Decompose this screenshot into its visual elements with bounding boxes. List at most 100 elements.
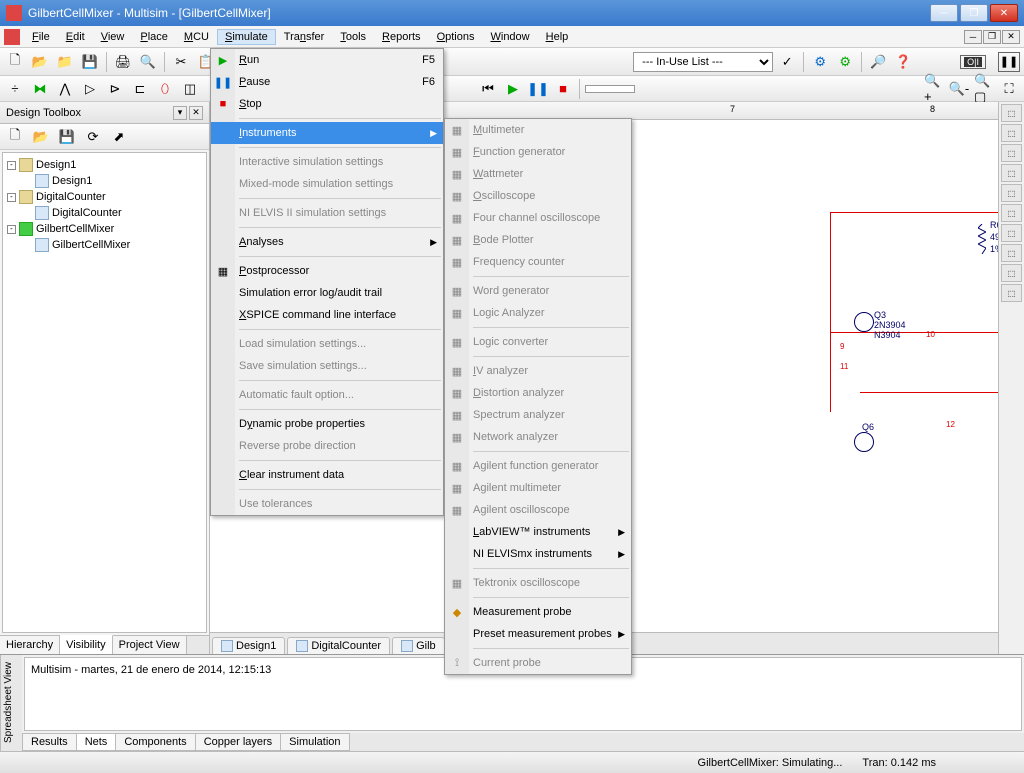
toolbox-open[interactable]: 📂 [30,126,52,148]
sim-pause[interactable]: ❚❚ [527,78,549,100]
inst-oscilloscope[interactable]: ▦Oscilloscope [445,185,631,207]
tree-label[interactable]: DigitalCounter [36,191,106,203]
toolbox-save[interactable]: 💾 [56,126,78,148]
menu-revprobe[interactable]: Reverse probe direction [211,435,443,457]
inst-icon[interactable]: ⬚ [1001,284,1022,302]
menu-loadsettings[interactable]: Load simulation settings... [211,333,443,355]
menu-edit[interactable]: Edit [58,29,93,45]
comp-5[interactable]: ⊳ [104,78,126,100]
toolbox-close[interactable]: ✕ [189,106,203,120]
inuse-list-select[interactable]: --- In-Use List --- [633,52,773,72]
bptab-nets[interactable]: Nets [76,733,117,751]
inst-icon[interactable]: ⬚ [1001,184,1022,202]
zoom-in[interactable]: 🔍+ [923,78,945,100]
sim-run[interactable]: ▶ [502,78,524,100]
mdi-close[interactable]: ✕ [1002,30,1020,44]
ctab-digitalcounter[interactable]: DigitalCounter [287,637,390,654]
menu-help[interactable]: Help [538,29,577,45]
zoom-fit[interactable]: 🔍▢ [973,78,995,100]
comp-4[interactable]: ▷ [79,78,101,100]
open2-button[interactable]: 📁 [54,51,76,73]
menu-autofault[interactable]: Automatic fault option... [211,384,443,406]
inst-logicconv[interactable]: ▦Logic converter [445,331,631,353]
inst-spectrum[interactable]: ▦Spectrum analyzer [445,404,631,426]
menu-savesettings[interactable]: Save simulation settings... [211,355,443,377]
save-button[interactable]: 💾 [79,51,101,73]
inst-wattmeter[interactable]: ▦Wattmeter [445,163,631,185]
inst-logican[interactable]: ▦Logic Analyzer [445,302,631,324]
inst-agosc[interactable]: ▦Agilent oscilloscope [445,499,631,521]
inst-icon[interactable]: ⬚ [1001,264,1022,282]
zoom-full[interactable]: ⛶ [998,78,1020,100]
toolbox-b[interactable]: ⬈ [108,126,130,148]
mdi-minimize[interactable]: ─ [964,30,982,44]
tree-toggle[interactable]: - [7,193,16,202]
inst-multimeter[interactable]: ▦Multimeter [445,119,631,141]
comp-1[interactable]: ÷ [4,78,26,100]
tb-b[interactable]: ⚙ [809,51,831,73]
inst-agfunc[interactable]: ▦Agilent function generator [445,455,631,477]
bptab-simulation[interactable]: Simulation [280,733,349,751]
tree-toggle[interactable]: - [7,161,16,170]
tab-visibility[interactable]: Visibility [60,635,113,654]
bptab-components[interactable]: Components [115,733,195,751]
ctab-design1[interactable]: Design1 [212,637,285,654]
tab-hierarchy[interactable]: Hierarchy [0,636,60,654]
menu-window[interactable]: Window [482,29,537,45]
menu-clearinst[interactable]: Clear instrument data [211,464,443,486]
tab-projectview[interactable]: Project View [113,636,187,654]
toolbox-new[interactable]: 🗋 [4,126,26,148]
preview-button[interactable]: 🔍 [137,51,159,73]
menu-run[interactable]: ▶RunF5 [211,49,443,71]
tree-label[interactable]: DigitalCounter [52,207,122,219]
menu-transfer[interactable]: Transfer [276,29,333,45]
bptab-results[interactable]: Results [22,733,77,751]
inst-icon[interactable]: ⬚ [1001,124,1022,142]
spreadsheet-side-label[interactable]: Spreadsheet View [0,655,22,751]
inst-tekosc[interactable]: ▦Tektronix oscilloscope [445,572,631,594]
toolbox-pin[interactable]: ▾ [173,106,187,120]
tree-label[interactable]: Design1 [52,175,92,187]
comp-q6[interactable] [854,432,874,452]
inst-distortion[interactable]: ▦Distortion analyzer [445,382,631,404]
sim-back[interactable]: ⏮ [477,78,499,100]
inst-ivanalyzer[interactable]: ▦IV analyzer [445,360,631,382]
inst-presetprobe[interactable]: Preset measurement probes▶ [445,623,631,645]
comp-r6[interactable] [978,224,986,254]
toolbox-a[interactable]: ⟳ [82,126,104,148]
inst-bode[interactable]: ▦Bode Plotter [445,229,631,251]
inst-currprobe[interactable]: ⟟Current probe [445,652,631,674]
inst-network[interactable]: ▦Network analyzer [445,426,631,448]
tb-a[interactable]: ✓ [776,51,798,73]
comp-q3[interactable] [854,312,874,332]
menu-postprocessor[interactable]: ▦Postprocessor [211,260,443,282]
comp-2[interactable]: ⧓ [29,78,51,100]
menu-instruments[interactable]: Instruments▶ [211,122,443,144]
tree-label[interactable]: Design1 [36,159,76,171]
inst-labview[interactable]: LabVIEW™ instruments▶ [445,521,631,543]
inst-icon[interactable]: ⬚ [1001,204,1022,222]
maximize-button[interactable]: ❐ [960,4,988,22]
menu-mcu[interactable]: MCU [176,29,217,45]
inst-measprobe[interactable]: ◆Measurement probe [445,601,631,623]
tb-c[interactable]: ⚙ [834,51,856,73]
tb-find[interactable]: 🔎 [867,51,889,73]
inst-icon[interactable]: ⬚ [1001,224,1022,242]
menu-nielvis-settings[interactable]: NI ELVIS II simulation settings [211,202,443,224]
close-button[interactable]: ✕ [990,4,1018,22]
menu-reports[interactable]: Reports [374,29,429,45]
menu-pause[interactable]: ❚❚PauseF6 [211,71,443,93]
inst-icon[interactable]: ⬚ [1001,164,1022,182]
menu-options[interactable]: Options [429,29,483,45]
inst-icon[interactable]: ⬚ [1001,244,1022,262]
inst-icon[interactable]: ⬚ [1001,144,1022,162]
tb-help[interactable]: ❓ [892,51,914,73]
minimize-button[interactable]: ─ [930,4,958,22]
sim-stop[interactable]: ■ [552,78,574,100]
inst-fourch[interactable]: ▦Four channel oscilloscope [445,207,631,229]
bptab-copper[interactable]: Copper layers [195,733,281,751]
comp-7[interactable]: ⬯ [154,78,176,100]
menu-place[interactable]: Place [132,29,176,45]
design-tree[interactable]: - Design1 Design1 - DigitalCounter Digital… [2,152,207,633]
new-button[interactable]: 🗋 [4,51,26,73]
